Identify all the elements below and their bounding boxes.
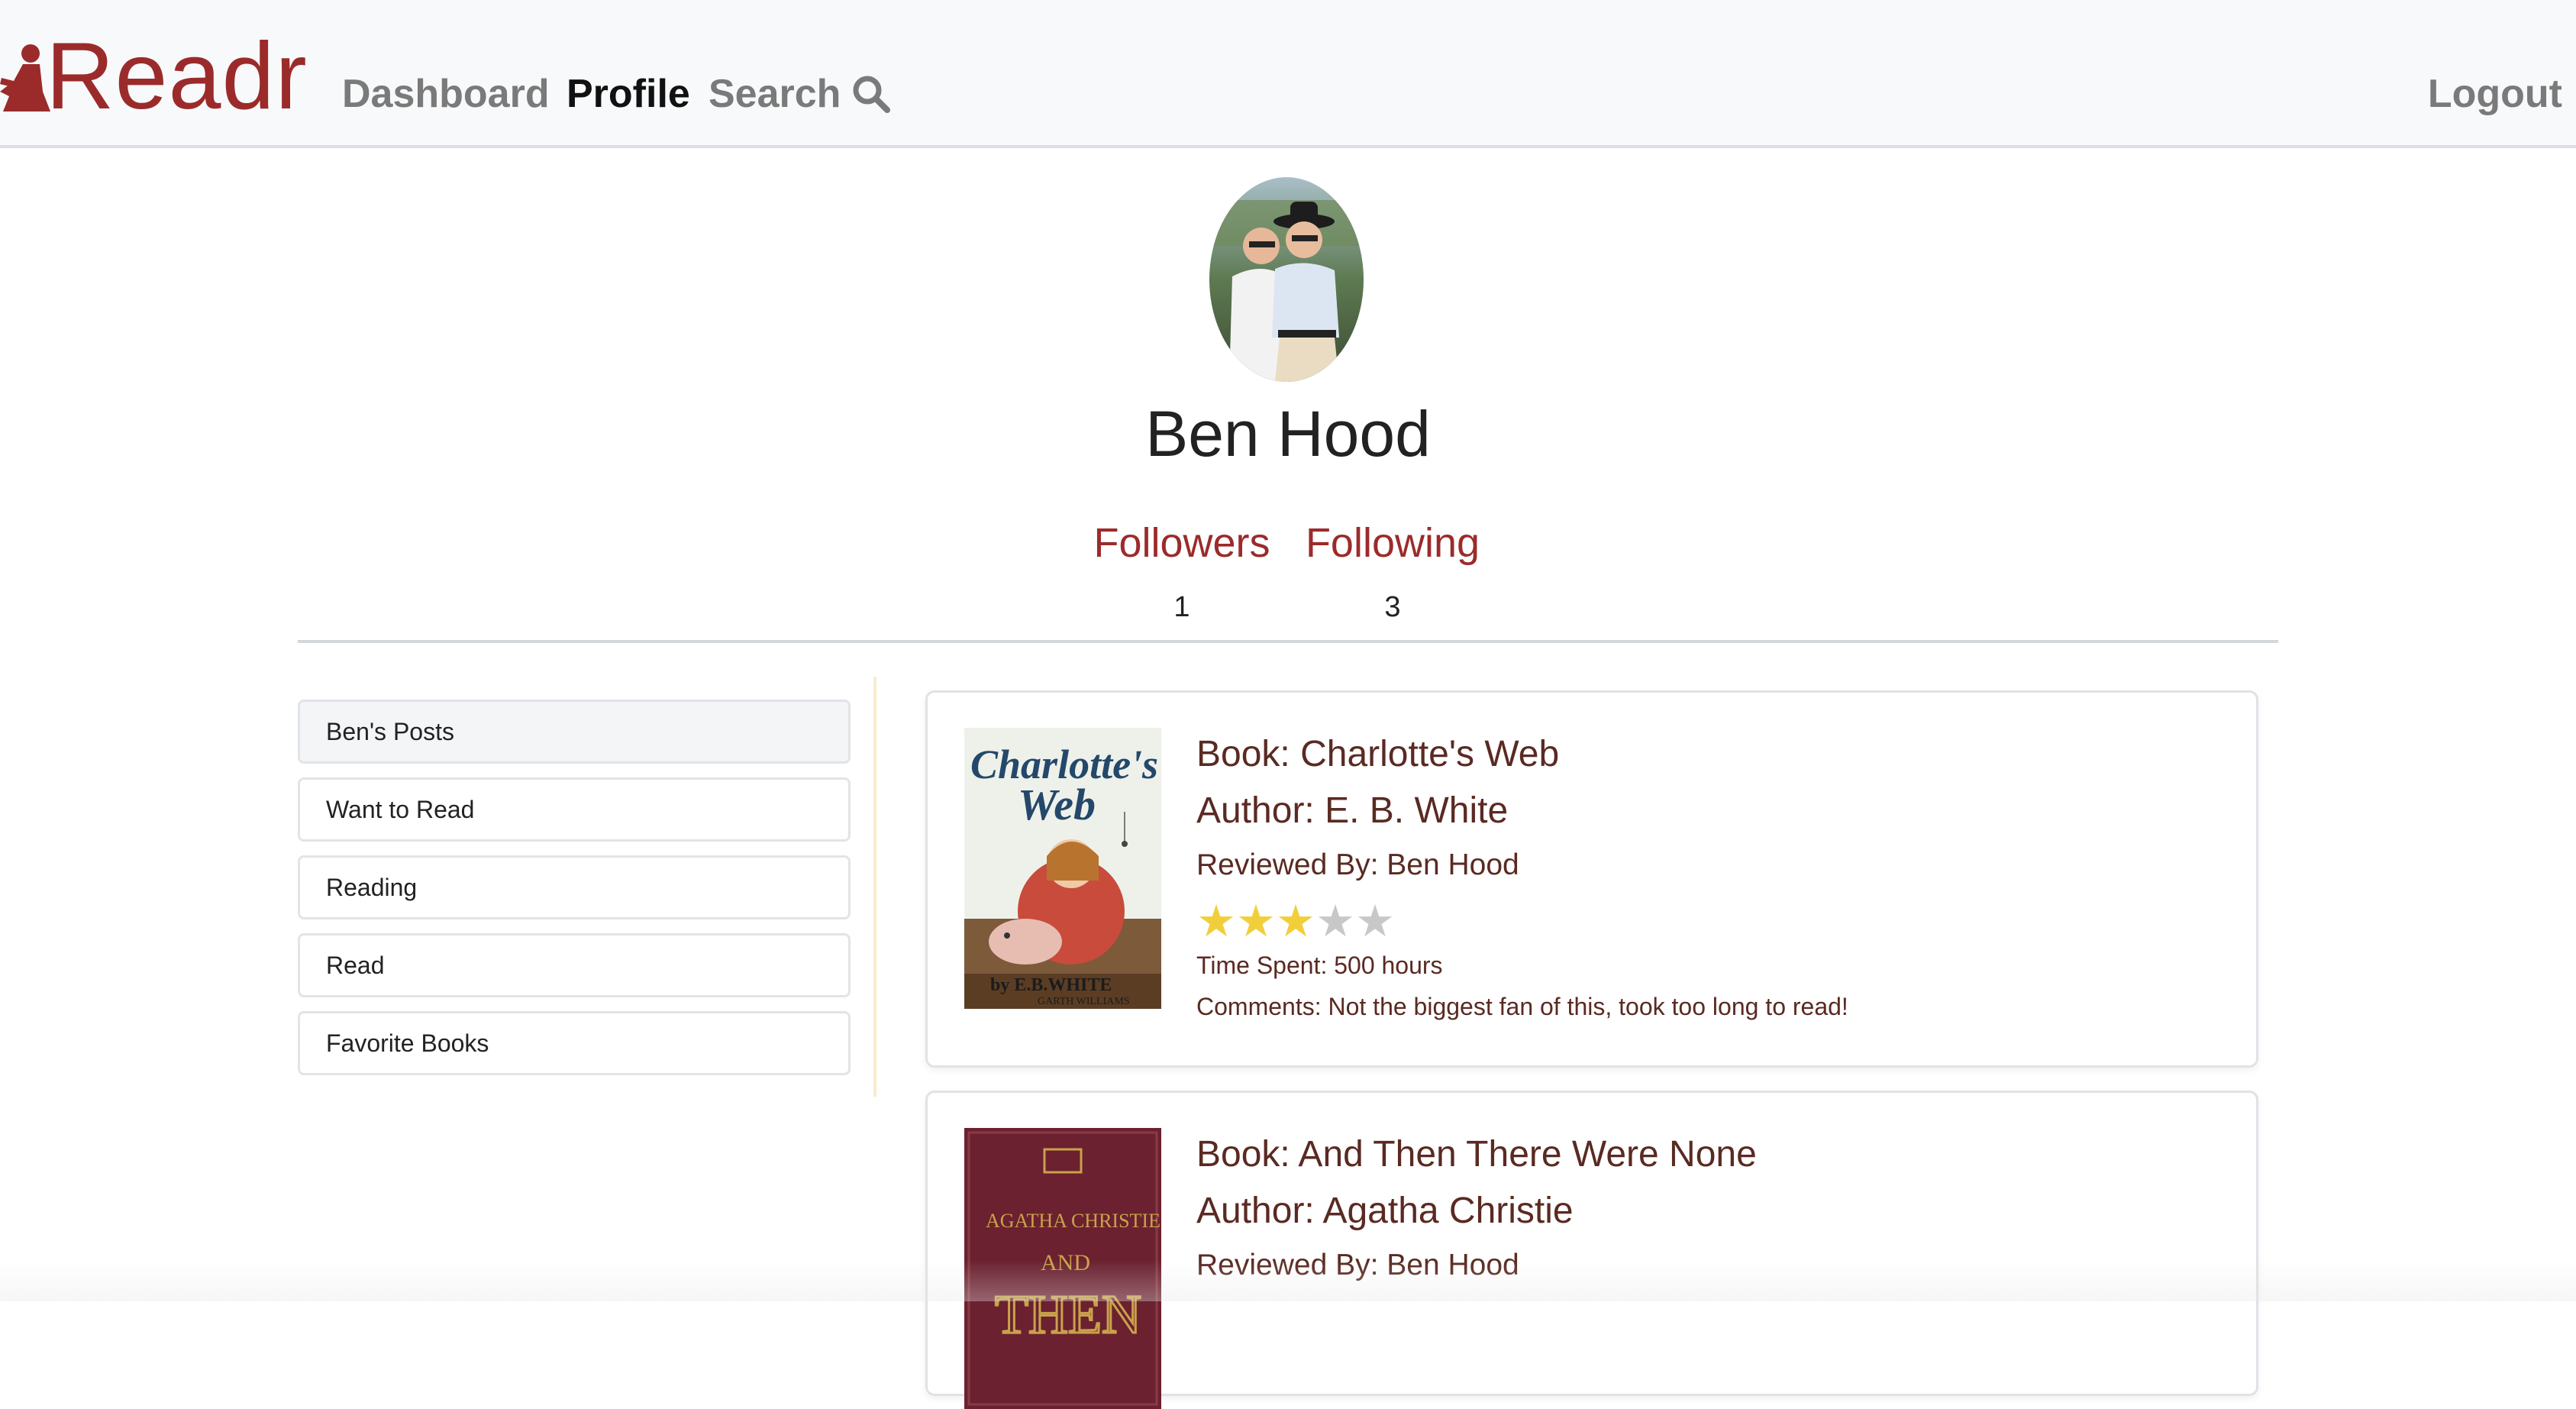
- star-icon: ★: [1196, 897, 1236, 946]
- reader-figure-icon: [0, 44, 50, 111]
- post-author: Author: Agatha Christie: [1196, 1191, 1574, 1231]
- post-reviewer: Reviewed By: Ben Hood: [1196, 848, 1519, 881]
- star-icon: ★: [1355, 897, 1395, 946]
- cover-title-part1: AND: [1041, 1250, 1090, 1275]
- post-author: Author: E. B. White: [1196, 790, 1509, 831]
- top-navbar: Readr Dashboard Profile Search Logout: [0, 0, 2576, 148]
- nav-dashboard-link[interactable]: Dashboard: [342, 67, 550, 121]
- star-icon: ★: [1236, 897, 1276, 946]
- logout-link[interactable]: Logout: [2428, 67, 2562, 121]
- profile-photo: [1209, 177, 1364, 382]
- sidebar-separator: [873, 677, 876, 1097]
- brand-name: Readr: [46, 24, 308, 129]
- cover-title-part2: THEN: [995, 1284, 1141, 1345]
- nav-search-link[interactable]: Search: [709, 67, 891, 121]
- book-cover: Charlotte's Web by E.B.WHITE GARTH WILLI…: [964, 728, 1161, 1009]
- and-then-there-were-none-cover: AGATHA CHRISTIE AND THEN: [964, 1128, 1161, 1409]
- nav-search-label: Search: [709, 72, 841, 116]
- sidebar-item-want-to-read[interactable]: Want to Read: [298, 777, 851, 842]
- profile-sidebar: Ben's Posts Want to Read Reading Read Fa…: [298, 700, 851, 1089]
- followers-count: 1: [1173, 591, 1190, 623]
- star-rating: ★ ★ ★ ★ ★: [1196, 899, 1848, 945]
- avatar: [1209, 177, 1364, 382]
- nav-profile-link[interactable]: Profile: [567, 67, 690, 121]
- post-comments: Comments: Not the biggest fan of this, t…: [1196, 993, 1848, 1020]
- charlottes-web-cover: Charlotte's Web by E.B.WHITE GARTH WILLI…: [964, 728, 1161, 1009]
- following-label[interactable]: Following: [1293, 516, 1492, 570]
- following-stat[interactable]: Following 3: [1293, 516, 1492, 626]
- sidebar-item-bens-posts[interactable]: Ben's Posts: [298, 700, 851, 764]
- cover-title-line2: Web: [1018, 780, 1096, 829]
- profile-divider: [298, 640, 2278, 643]
- post-body: Book: And Then There Were None Author: A…: [1196, 1126, 1757, 1288]
- post-body: Book: Charlotte's Web Author: E. B. Whit…: [1196, 726, 1848, 1027]
- cover-author: AGATHA CHRISTIE: [986, 1210, 1160, 1232]
- search-icon: [853, 76, 891, 113]
- star-icon: ★: [1315, 897, 1355, 946]
- followers-label[interactable]: Followers: [1083, 516, 1281, 570]
- post-reviewer: Reviewed By: Ben Hood: [1196, 1249, 1519, 1281]
- post-card: Charlotte's Web by E.B.WHITE GARTH WILLI…: [925, 690, 2258, 1068]
- brand-logo[interactable]: Readr: [0, 24, 308, 129]
- profile-name: Ben Hood: [1145, 398, 1431, 470]
- cover-byline: by E.B.WHITE: [990, 975, 1112, 995]
- cover-illustrator: GARTH WILLIAMS: [1038, 996, 1130, 1007]
- post-book-title[interactable]: Book: Charlotte's Web: [1196, 726, 1848, 783]
- sidebar-item-reading[interactable]: Reading: [298, 855, 851, 919]
- following-count: 3: [1384, 591, 1401, 623]
- sidebar-item-favorite-books[interactable]: Favorite Books: [298, 1011, 851, 1075]
- post-card: AGATHA CHRISTIE AND THEN Book: And Then …: [925, 1091, 2258, 1409]
- post-time-spent: Time Spent: 500 hours: [1196, 952, 1443, 979]
- sidebar-item-read[interactable]: Read: [298, 933, 851, 997]
- star-icon: ★: [1276, 897, 1315, 946]
- followers-stat[interactable]: Followers 1: [1083, 516, 1281, 626]
- book-cover: AGATHA CHRISTIE AND THEN: [964, 1128, 1161, 1409]
- post-book-title[interactable]: Book: And Then There Were None: [1196, 1126, 1757, 1183]
